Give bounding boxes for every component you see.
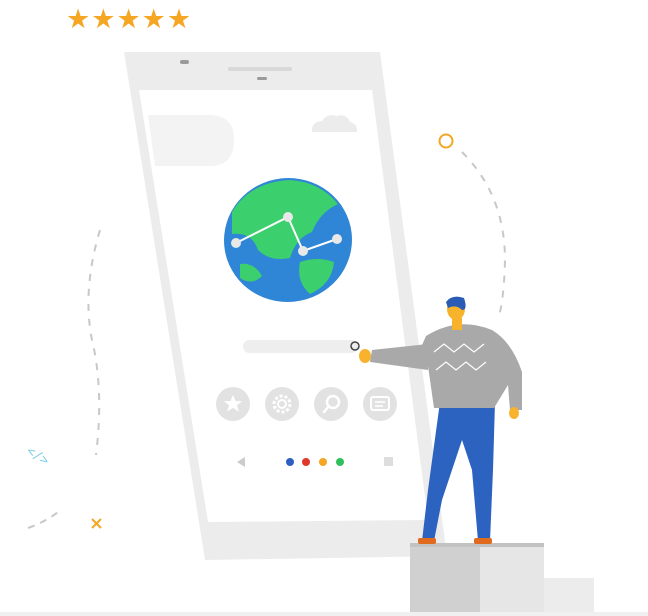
message-app-icon[interactable] <box>363 387 397 421</box>
code-tag-icon: </> <box>24 444 52 469</box>
speaker-grille <box>228 67 292 71</box>
gear-app-icon[interactable] <box>265 387 299 421</box>
header-bubble <box>148 115 234 166</box>
speaker-dot <box>257 77 267 80</box>
ring-icon <box>438 133 454 149</box>
camera-dot <box>180 60 189 64</box>
dashed-line-right <box>461 151 507 321</box>
close-cross-icon <box>91 518 102 529</box>
dashed-line-bottom <box>27 511 59 529</box>
illustration: </> <box>24 52 594 616</box>
page-dot <box>302 458 310 466</box>
dashed-line-left <box>87 229 101 456</box>
page-dot <box>336 458 344 466</box>
ground-line <box>0 612 648 616</box>
recent-apps-icon[interactable] <box>384 457 393 466</box>
page-dot <box>319 458 327 466</box>
search-app-icon[interactable] <box>314 387 348 421</box>
page-dot <box>286 458 294 466</box>
star-app-icon[interactable] <box>216 387 250 421</box>
search-bar[interactable] <box>243 340 358 353</box>
steps <box>410 543 594 616</box>
